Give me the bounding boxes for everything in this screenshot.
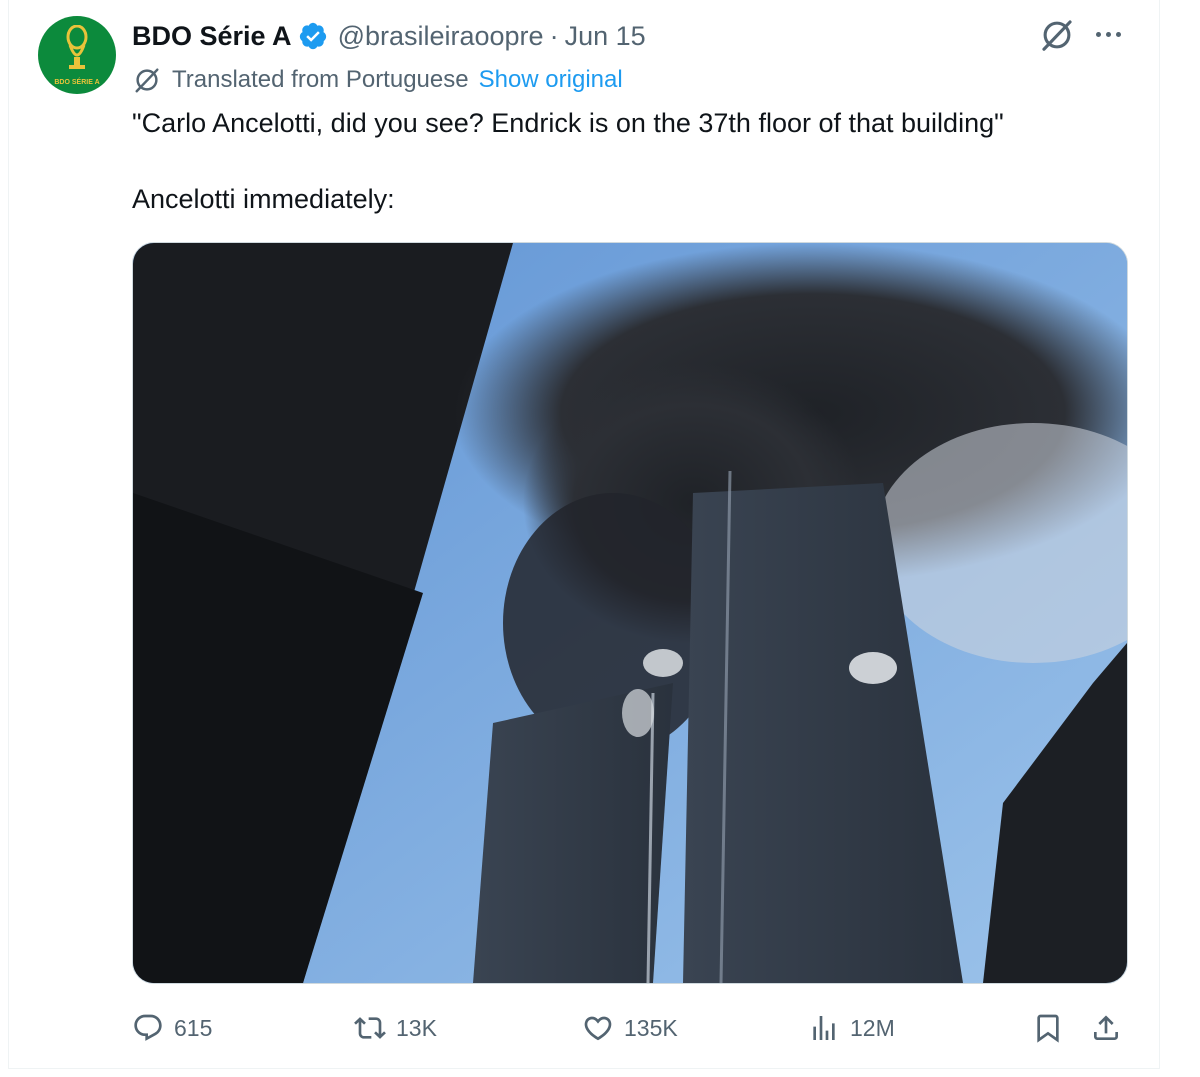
tweet-video[interactable] <box>132 242 1128 984</box>
reply-count: 615 <box>174 1014 213 1041</box>
share-icon <box>1094 1015 1118 1040</box>
tweet-text-line: Ancelotti immediately: <box>132 184 395 214</box>
reply-icon <box>134 1014 162 1041</box>
more-icon[interactable] <box>1090 18 1126 50</box>
views-count: 12M <box>850 1014 895 1041</box>
retweet-count: 13K <box>396 1014 437 1041</box>
like-count: 135K <box>624 1014 678 1041</box>
like-icon <box>584 1016 612 1041</box>
views-button[interactable]: 12M <box>808 1004 895 1052</box>
retweet-icon <box>354 1017 386 1039</box>
action-bar: 615 13K 135K 12M <box>132 1004 1126 1052</box>
translation-bar: Translated from Portuguese Show original <box>132 62 623 98</box>
like-button[interactable]: 135K <box>582 1004 678 1052</box>
author-handle[interactable]: @brasileiraoopre <box>338 21 544 52</box>
author-name[interactable]: BDO Série A <box>132 21 292 52</box>
avatar[interactable]: BDO SÉRIE A <box>38 16 116 94</box>
reply-button[interactable]: 615 <box>132 1004 212 1052</box>
tweet-header: BDO Série A @brasileiraoopre · Jun 15 <box>132 14 646 58</box>
retweet-button[interactable]: 13K <box>354 1004 437 1052</box>
separator-dot: · <box>549 20 559 51</box>
video-thumbnail <box>133 243 1127 983</box>
bookmark-icon <box>1037 1014 1059 1043</box>
trophy-logo-icon <box>66 24 88 69</box>
show-original-link[interactable]: Show original <box>479 66 623 94</box>
bookmark-button[interactable] <box>1032 1004 1064 1052</box>
tweet-text-line: "Carlo Ancelotti, did you see? Endrick i… <box>132 108 1004 138</box>
translated-label: Translated from Portuguese <box>172 66 469 93</box>
avatar-text: BDO SÉRIE A <box>54 78 100 86</box>
verified-badge-icon[interactable] <box>298 21 328 51</box>
tweet-text: "Carlo Ancelotti, did you see? Endrick i… <box>132 104 1122 218</box>
share-button[interactable] <box>1090 1004 1122 1052</box>
grok-icon[interactable] <box>1038 16 1076 54</box>
translate-icon <box>135 68 159 93</box>
views-icon <box>813 1016 835 1040</box>
tweet-date[interactable]: Jun 15 <box>565 21 646 52</box>
